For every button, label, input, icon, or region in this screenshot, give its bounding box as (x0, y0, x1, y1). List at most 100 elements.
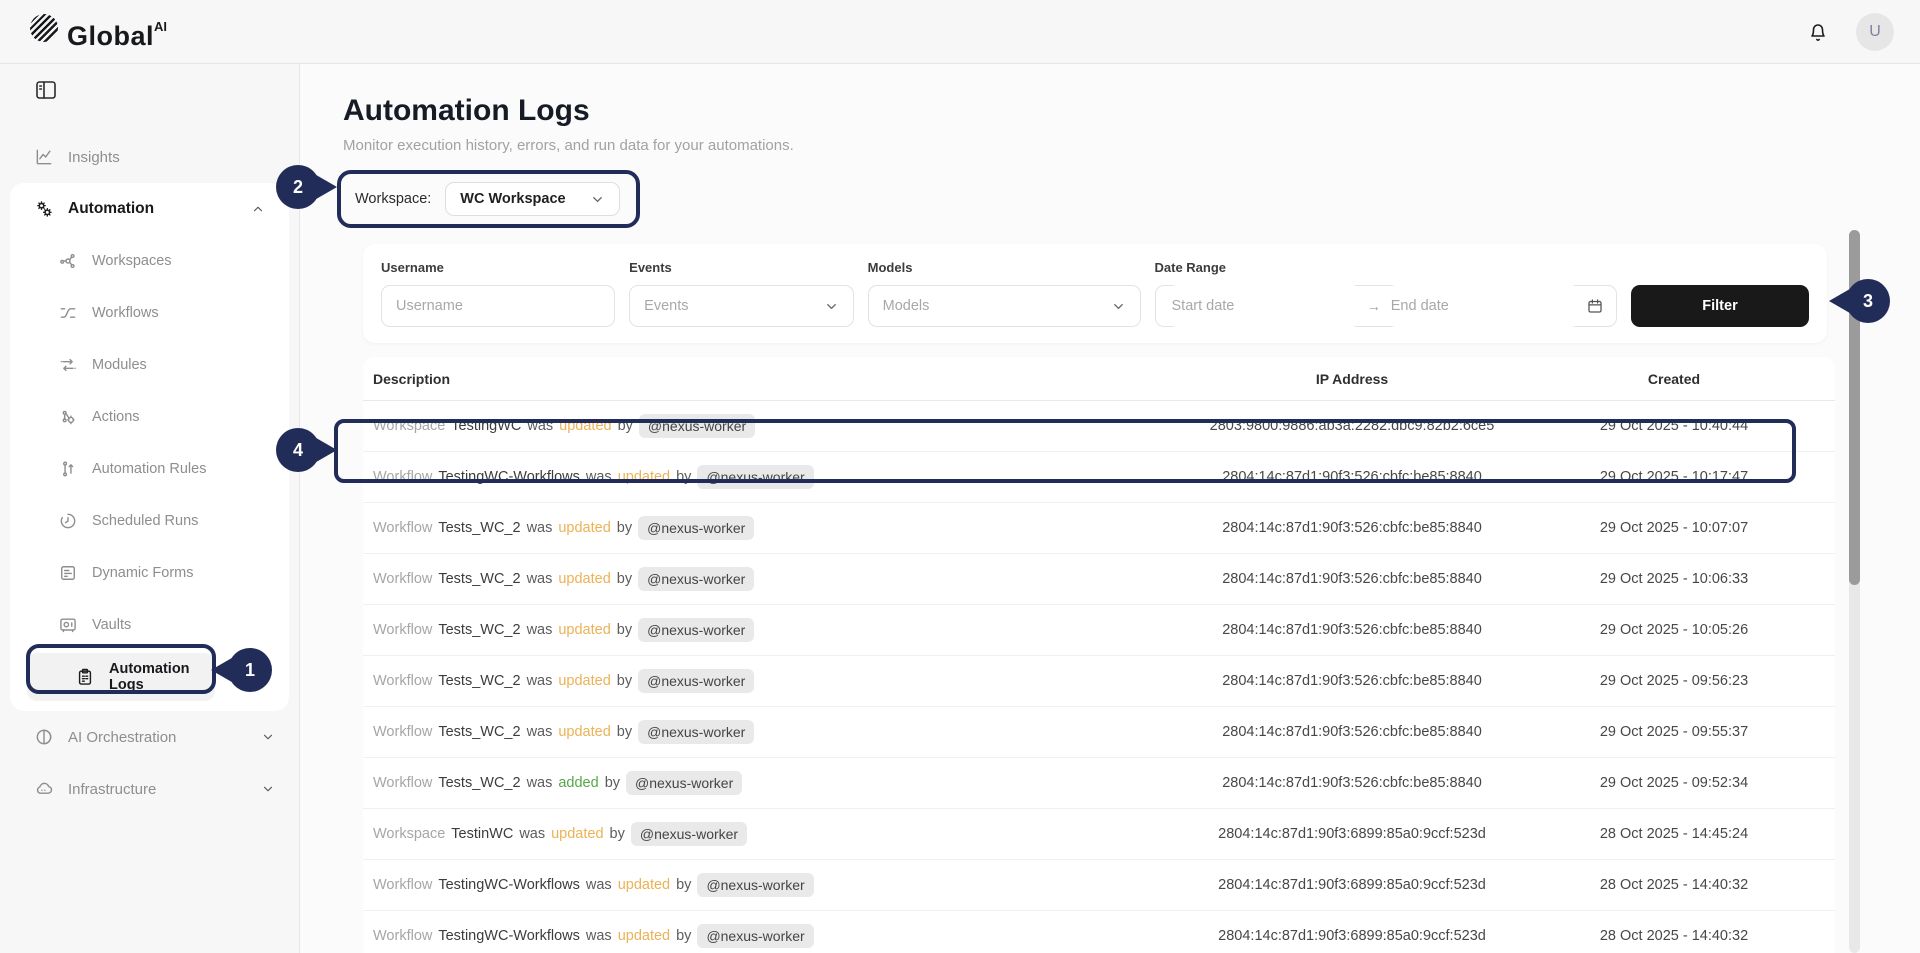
page-subtitle: Monitor execution history, errors, and r… (343, 137, 1920, 154)
automation-logs-icon (75, 667, 95, 687)
entity-type: Workflow (373, 520, 432, 536)
was-word: was (527, 775, 553, 791)
table-row[interactable]: Workflow Tests_WC_2 was updated by @nexu… (363, 707, 1835, 758)
sidebar-toggle-icon[interactable] (34, 78, 58, 102)
entity-name: TestingWC (451, 418, 521, 434)
notifications-bell-icon[interactable] (1806, 20, 1830, 44)
was-word: was (527, 724, 553, 740)
user-badge: @nexus-worker (638, 669, 754, 693)
table-row[interactable]: Workflow Tests_WC_2 was updated by @nexu… (363, 554, 1835, 605)
sidebar-item-actions[interactable]: Actions (10, 391, 289, 443)
ip-address: 2803:9800:9886:ab3a:2282:dbc9:82b2:6ce5 (1191, 418, 1513, 434)
by-word: by (618, 418, 633, 434)
was-word: was (527, 571, 553, 587)
workflows-icon (58, 303, 78, 323)
table-row[interactable]: Workflow Tests_WC_2 was added by @nexus-… (363, 758, 1835, 809)
modules-icon (58, 355, 78, 375)
ip-address: 2804:14c:87d1:90f3:526:cbfc:be85:8840 (1191, 622, 1513, 638)
automation-rules-icon (58, 459, 78, 479)
ip-address: 2804:14c:87d1:90f3:526:cbfc:be85:8840 (1191, 520, 1513, 536)
entity-type: Workspace (373, 826, 445, 842)
workspaces-icon (58, 251, 78, 271)
sidebar-item-vaults[interactable]: Vaults (10, 599, 289, 651)
date-range-picker[interactable]: → (1155, 285, 1618, 327)
table-row[interactable]: Workflow Tests_WC_2 was updated by @nexu… (363, 605, 1835, 656)
sidebar-item-automation-rules[interactable]: Automation Rules (10, 443, 289, 495)
by-word: by (676, 877, 691, 893)
automation-section: Automation Workspaces Workflows Modules … (10, 183, 289, 711)
table-row[interactable]: Workflow TestingWC-Workflows was updated… (363, 452, 1835, 503)
entity-type: Workflow (373, 928, 432, 944)
table-row[interactable]: Workflow TestingWC-Workflows was updated… (363, 911, 1835, 953)
logs-table: Description IP Address Created Workspace… (363, 357, 1835, 953)
entity-name: Tests_WC_2 (438, 622, 520, 638)
table-row-highlighted[interactable]: Workspace TestingWC was updated by @nexu… (363, 401, 1835, 452)
entity-name: Tests_WC_2 (438, 775, 520, 791)
created-at: 29 Oct 2025 - 10:05:26 (1513, 622, 1835, 638)
entity-name: Tests_WC_2 (438, 724, 520, 740)
main-content: Automation Logs Monitor execution histor… (300, 64, 1920, 953)
sidebar-item-insights[interactable]: Insights (0, 131, 299, 183)
sidebar-item-infrastructure[interactable]: Infrastructure (0, 763, 299, 815)
sidebar-item-modules[interactable]: Modules (10, 339, 289, 391)
brand-logo: GlobalAI (30, 12, 167, 51)
by-word: by (610, 826, 625, 842)
action-word: updated (558, 673, 610, 689)
events-select[interactable]: Events (629, 285, 853, 327)
chevron-up-icon (251, 202, 265, 216)
end-date-input[interactable] (1387, 285, 1580, 327)
table-row[interactable]: Workspace TestinWC was updated by @nexus… (363, 809, 1835, 860)
action-word: updated (558, 571, 610, 587)
ip-address: 2804:14c:87d1:90f3:6899:85a0:9ccf:523d (1191, 928, 1513, 944)
created-at: 28 Oct 2025 - 14:40:32 (1513, 877, 1835, 893)
created-at: 29 Oct 2025 - 09:56:23 (1513, 673, 1835, 689)
action-word: updated (618, 877, 670, 893)
date-range-label: Date Range (1155, 260, 1618, 275)
entity-name: Tests_WC_2 (438, 520, 520, 536)
entity-name: TestinWC (451, 826, 513, 842)
was-word: was (586, 928, 612, 944)
created-at: 29 Oct 2025 - 10:07:07 (1513, 520, 1835, 536)
models-select[interactable]: Models (868, 285, 1141, 327)
entity-name: TestingWC-Workflows (438, 928, 580, 944)
ip-address: 2804:14c:87d1:90f3:6899:85a0:9ccf:523d (1191, 877, 1513, 893)
was-word: was (586, 877, 612, 893)
table-row[interactable]: Workflow Tests_WC_2 was updated by @nexu… (363, 656, 1835, 707)
sidebar-item-automation-logs[interactable]: Automation Logs (27, 653, 215, 701)
created-at: 29 Oct 2025 - 09:55:37 (1513, 724, 1835, 740)
calendar-icon[interactable] (1586, 297, 1604, 315)
user-badge: @nexus-worker (697, 924, 813, 948)
brand-name: GlobalAI (67, 12, 167, 51)
user-badge: @nexus-worker (697, 873, 813, 897)
filter-panel: Username Events Events Models Models Dat… (363, 244, 1827, 343)
scrollbar-thumb[interactable] (1849, 230, 1860, 585)
table-header: Description IP Address Created (363, 357, 1835, 401)
user-badge: @nexus-worker (638, 618, 754, 642)
user-avatar[interactable]: U (1856, 13, 1894, 51)
action-word: updated (558, 724, 610, 740)
models-label: Models (868, 260, 1141, 275)
ip-address: 2804:14c:87d1:90f3:6899:85a0:9ccf:523d (1191, 826, 1513, 842)
created-at: 29 Oct 2025 - 10:17:47 (1513, 469, 1835, 485)
user-badge: @nexus-worker (638, 567, 754, 591)
sidebar-item-scheduled-runs[interactable]: Scheduled Runs (10, 495, 289, 547)
by-word: by (676, 469, 691, 485)
action-word: updated (551, 826, 603, 842)
sidebar-item-workflows[interactable]: Workflows (10, 287, 289, 339)
entity-type: Workflow (373, 622, 432, 638)
created-at: 28 Oct 2025 - 14:45:24 (1513, 826, 1835, 842)
created-at: 29 Oct 2025 - 10:40:44 (1513, 418, 1835, 434)
ip-address: 2804:14c:87d1:90f3:526:cbfc:be85:8840 (1191, 775, 1513, 791)
ai-orchestration-icon (34, 727, 54, 747)
start-date-input[interactable] (1168, 285, 1361, 327)
filter-button[interactable]: Filter (1631, 285, 1809, 327)
workspace-select[interactable]: WC Workspace (445, 182, 619, 216)
username-input[interactable] (381, 285, 615, 327)
sidebar-item-workspaces[interactable]: Workspaces (10, 235, 289, 287)
topbar: GlobalAI U (0, 0, 1920, 64)
table-row[interactable]: Workflow TestingWC-Workflows was updated… (363, 860, 1835, 911)
table-row[interactable]: Workflow Tests_WC_2 was updated by @nexu… (363, 503, 1835, 554)
sidebar-item-ai-orchestration[interactable]: AI Orchestration (0, 711, 299, 763)
sidebar-item-dynamic-forms[interactable]: Dynamic Forms (10, 547, 289, 599)
sidebar-item-automation[interactable]: Automation (10, 183, 289, 235)
